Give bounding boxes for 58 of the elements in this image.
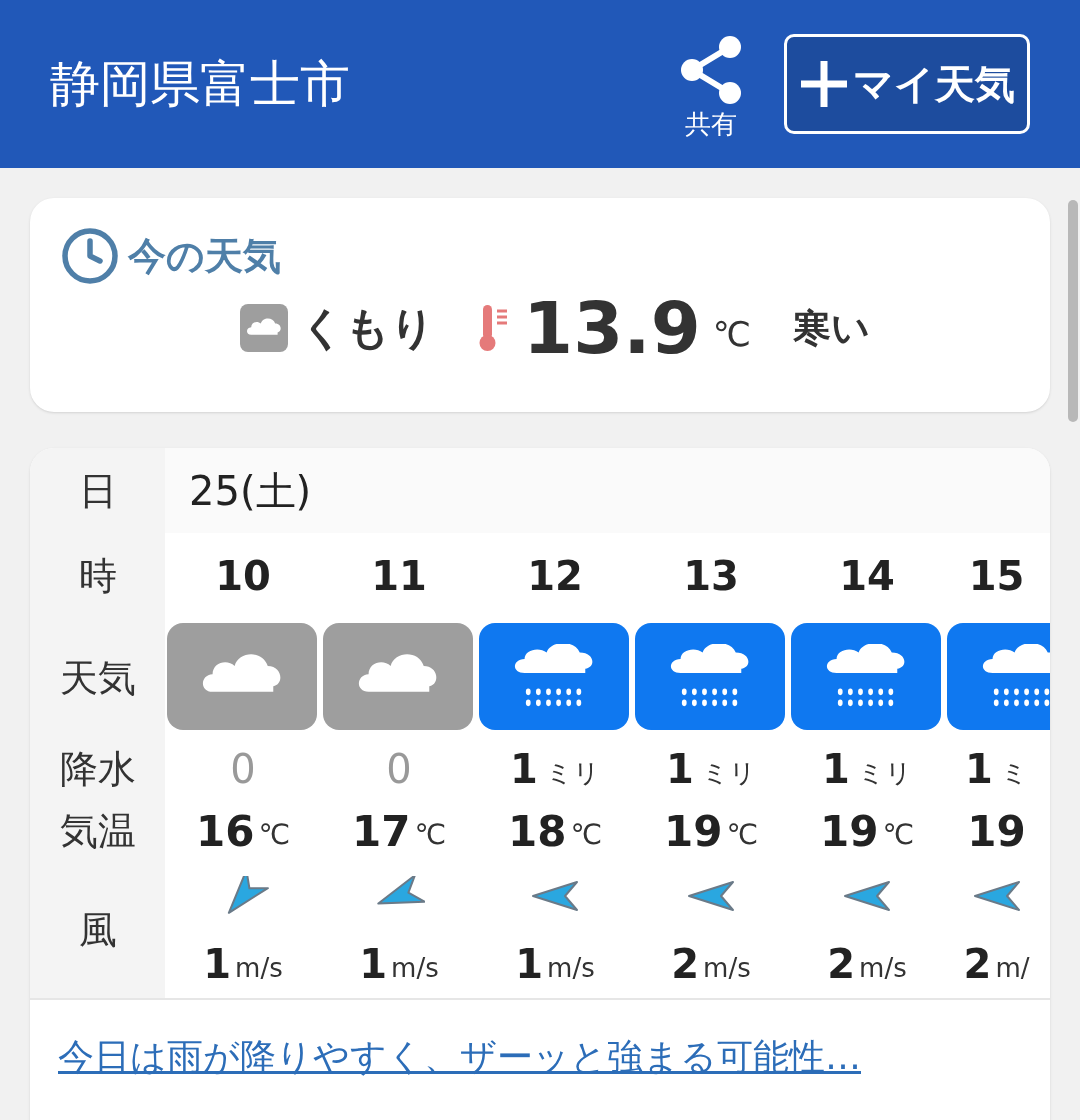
current-temperature: 13.9 [523,292,701,364]
wind-speed-unit: m/s [703,951,751,985]
temperature-unit: ℃ [712,313,751,356]
hour-label: 10 [215,551,271,601]
wind-speed-value: 2 [671,940,700,989]
wind-speed-value: 2 [963,940,992,989]
precipitation-value: 1 [965,745,993,794]
precipitation-value: 1 [822,745,850,794]
hour-label: 12 [527,551,583,601]
wind-speed-value: 1 [359,940,388,989]
hour-label: 14 [839,551,895,601]
precipitation-value: 1 [666,745,694,794]
wind-speed-value: 1 [515,940,544,989]
precipitation-value: 1 [510,745,538,794]
clock-icon [60,226,120,286]
page-title: 静岡県富士市 [50,53,351,115]
row-label: 天気 [59,655,136,702]
share-icon [678,34,744,105]
temperature-value: 19 [967,805,1026,858]
temperature-value: 19 [820,805,879,858]
row-label: 気温 [59,808,136,855]
my-weather-button[interactable]: マイ天気 [784,34,1030,134]
wind-speed-unit: m/s [235,951,283,985]
share-button[interactable]: 共有 [678,34,744,144]
hour-label: 15 [968,551,1025,601]
precipitation-unit: ミリ [857,756,912,790]
wind-speed-unit: m/ [995,951,1030,985]
temperature-value: 16 [196,805,255,858]
temperature-unit: ℃ [570,817,602,853]
wind-speed-unit: m/s [859,951,907,985]
temperature-value: 18 [508,805,567,858]
precipitation-unit: ミ [1000,756,1028,790]
temperature-unit: ℃ [258,817,290,853]
date-label: 25(土) [189,466,312,516]
temperature-value: 17 [352,805,411,858]
temperature-unit: ℃ [414,817,446,853]
row-label: 風 [78,907,117,954]
wind-speed-unit: m/s [391,951,439,985]
wind-speed-value: 2 [827,940,856,989]
section-heading: 今の天気 [128,232,281,280]
precipitation-value: 0 [230,745,256,794]
temperature-value: 19 [664,805,723,858]
weather-condition: くもり [300,301,436,355]
row-label: 日 [78,467,117,515]
precipitation-unit: ミリ [701,756,756,790]
temperature-unit: ℃ [882,817,914,853]
hour-label: 13 [683,551,739,601]
forecast-summary-link[interactable]: 今日は雨が降りやすく、ザーッと強まる可能性… [58,1036,861,1077]
wind-speed-unit: m/s [547,951,595,985]
precipitation-value: 0 [386,745,412,794]
feeling-label: 寒い [792,304,870,352]
temperature-unit: ℃ [726,817,758,853]
row-label: 時 [78,552,117,600]
precipitation-unit: ミリ [545,756,600,790]
row-label: 降水 [59,746,136,793]
hour-label: 11 [371,551,427,601]
wind-speed-value: 1 [203,940,232,989]
plus-icon [799,59,849,109]
